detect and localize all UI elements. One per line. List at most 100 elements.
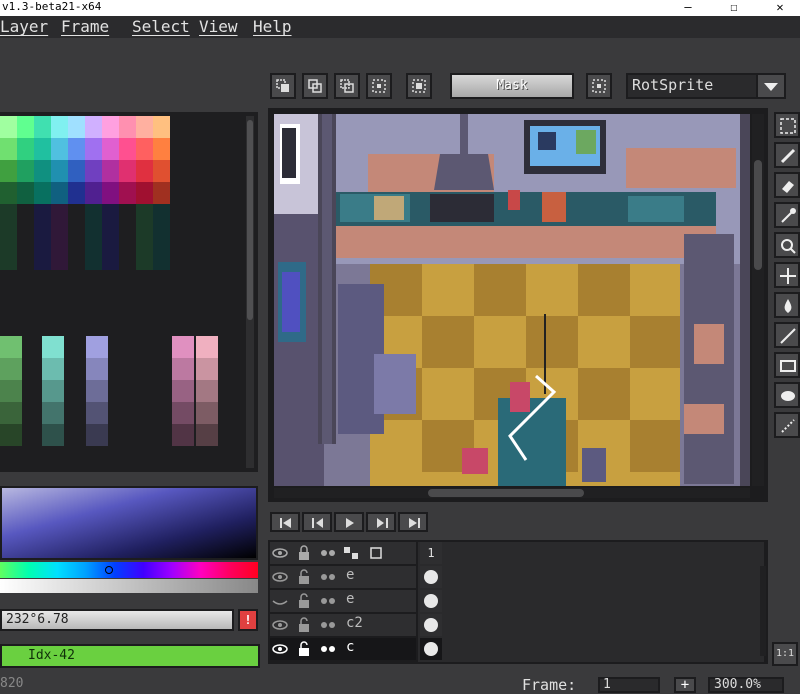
palette-swatch[interactable] xyxy=(42,424,64,446)
palette-swatch[interactable] xyxy=(51,182,68,204)
palette-swatch[interactable] xyxy=(85,226,102,248)
selection-mode-subtract-icon[interactable] xyxy=(334,73,360,99)
palette-swatch[interactable] xyxy=(172,380,194,402)
pivot-icon[interactable] xyxy=(406,73,432,99)
maximize-button[interactable]: ☐ xyxy=(712,0,756,16)
palette-swatch[interactable] xyxy=(85,248,102,270)
previous-frame-icon[interactable] xyxy=(302,512,332,532)
menu-frame[interactable]: Frame xyxy=(61,17,109,36)
menu-view[interactable]: View xyxy=(199,17,238,36)
timeline-scrollbar[interactable] xyxy=(760,566,766,656)
hue-slider-handle[interactable] xyxy=(105,566,113,574)
palette-swatch[interactable] xyxy=(0,160,17,182)
palette-swatch[interactable] xyxy=(17,182,34,204)
palette-swatch[interactable] xyxy=(102,204,119,226)
eyedropper-icon[interactable] xyxy=(774,202,800,228)
palette-swatch[interactable] xyxy=(153,182,170,204)
hue-slider[interactable] xyxy=(0,562,258,578)
palette-swatch[interactable] xyxy=(86,358,108,380)
eye-icon[interactable] xyxy=(270,617,290,633)
palette-swatch[interactable] xyxy=(0,226,17,248)
palette-swatch[interactable] xyxy=(0,336,22,358)
palette-swatch[interactable] xyxy=(85,182,102,204)
ellipse-icon[interactable] xyxy=(774,382,800,408)
palette-swatch[interactable] xyxy=(136,226,153,248)
zoom-icon[interactable] xyxy=(774,232,800,258)
palette-swatch[interactable] xyxy=(196,380,218,402)
palette-swatch[interactable] xyxy=(51,248,68,270)
eye-icon[interactable] xyxy=(270,569,290,585)
palette-swatch[interactable] xyxy=(0,424,22,446)
play-icon[interactable] xyxy=(334,512,364,532)
palette-swatch[interactable] xyxy=(34,160,51,182)
paint-bucket-icon[interactable] xyxy=(774,292,800,318)
palette-swatch[interactable] xyxy=(136,160,153,182)
continuous-icon[interactable] xyxy=(318,641,338,657)
first-frame-icon[interactable] xyxy=(270,512,300,532)
palette-swatch[interactable] xyxy=(196,336,218,358)
palette-swatch[interactable] xyxy=(0,358,22,380)
palette-swatch[interactable] xyxy=(102,248,119,270)
palette-swatch[interactable] xyxy=(0,248,17,270)
close-button[interactable]: ✕ xyxy=(758,0,800,16)
palette-swatch[interactable] xyxy=(86,380,108,402)
palette-swatch[interactable] xyxy=(153,160,170,182)
continuous-icon[interactable] xyxy=(318,569,338,585)
palette-swatch[interactable] xyxy=(119,160,136,182)
lock-icon[interactable] xyxy=(294,569,314,585)
palette-swatch[interactable] xyxy=(136,138,153,160)
palette-swatch[interactable] xyxy=(172,358,194,380)
layer-row[interactable]: c2 xyxy=(270,614,416,636)
palette-swatch[interactable] xyxy=(34,138,51,160)
palette-swatch[interactable] xyxy=(86,424,108,446)
continuous-icon[interactable] xyxy=(318,593,338,609)
palette-swatch[interactable] xyxy=(51,116,68,138)
minimize-button[interactable]: — xyxy=(666,0,710,16)
cel[interactable] xyxy=(420,614,442,636)
warning-button[interactable]: ! xyxy=(238,609,258,631)
palette-swatch[interactable] xyxy=(102,182,119,204)
eraser-icon[interactable] xyxy=(774,172,800,198)
palette-swatch[interactable] xyxy=(119,182,136,204)
selection-mode-add-icon[interactable] xyxy=(302,73,328,99)
lock-icon[interactable] xyxy=(294,545,314,561)
palette-scrollbar-thumb[interactable] xyxy=(247,120,253,320)
palette-swatch[interactable] xyxy=(102,138,119,160)
palette-swatch[interactable] xyxy=(34,248,51,270)
palette-swatch[interactable] xyxy=(34,204,51,226)
palette-swatch[interactable] xyxy=(196,402,218,424)
canvas-vertical-scrollbar-thumb[interactable] xyxy=(754,160,762,270)
rectangle-icon[interactable] xyxy=(774,352,800,378)
palette-swatch[interactable] xyxy=(34,182,51,204)
palette-swatch[interactable] xyxy=(136,182,153,204)
chevron-down-icon[interactable] xyxy=(756,73,786,99)
palette-swatch[interactable] xyxy=(42,358,64,380)
palette-swatch[interactable] xyxy=(136,204,153,226)
palette-swatch[interactable] xyxy=(85,204,102,226)
menu-layer[interactable]: Layer xyxy=(0,17,48,36)
palette-swatch[interactable] xyxy=(172,424,194,446)
next-frame-icon[interactable] xyxy=(366,512,396,532)
palette-swatch[interactable] xyxy=(86,336,108,358)
color-value-field[interactable]: 232°6.78 xyxy=(0,609,234,631)
cel[interactable] xyxy=(420,590,442,612)
palette-swatch[interactable] xyxy=(153,204,170,226)
selection-mode-replace-icon[interactable] xyxy=(270,73,296,99)
canvas-horizontal-scrollbar-thumb[interactable] xyxy=(428,489,584,497)
sprite-canvas[interactable] xyxy=(274,114,750,486)
line-icon[interactable] xyxy=(774,322,800,348)
palette-swatch[interactable] xyxy=(17,116,34,138)
onion-skin-icon[interactable] xyxy=(366,545,386,561)
color-picker-spectrum[interactable] xyxy=(0,486,258,560)
palette-swatch[interactable] xyxy=(34,226,51,248)
timeline-cels-area[interactable] xyxy=(418,542,764,662)
palette-swatch[interactable] xyxy=(42,336,64,358)
continuous-icon[interactable] xyxy=(318,545,338,561)
palette-swatch[interactable] xyxy=(136,116,153,138)
palette-swatch[interactable] xyxy=(68,116,85,138)
palette-swatch[interactable] xyxy=(0,138,17,160)
palette-swatch[interactable] xyxy=(17,138,34,160)
palette-swatch[interactable] xyxy=(102,160,119,182)
blur-icon[interactable] xyxy=(774,412,800,438)
palette-swatch[interactable] xyxy=(17,160,34,182)
